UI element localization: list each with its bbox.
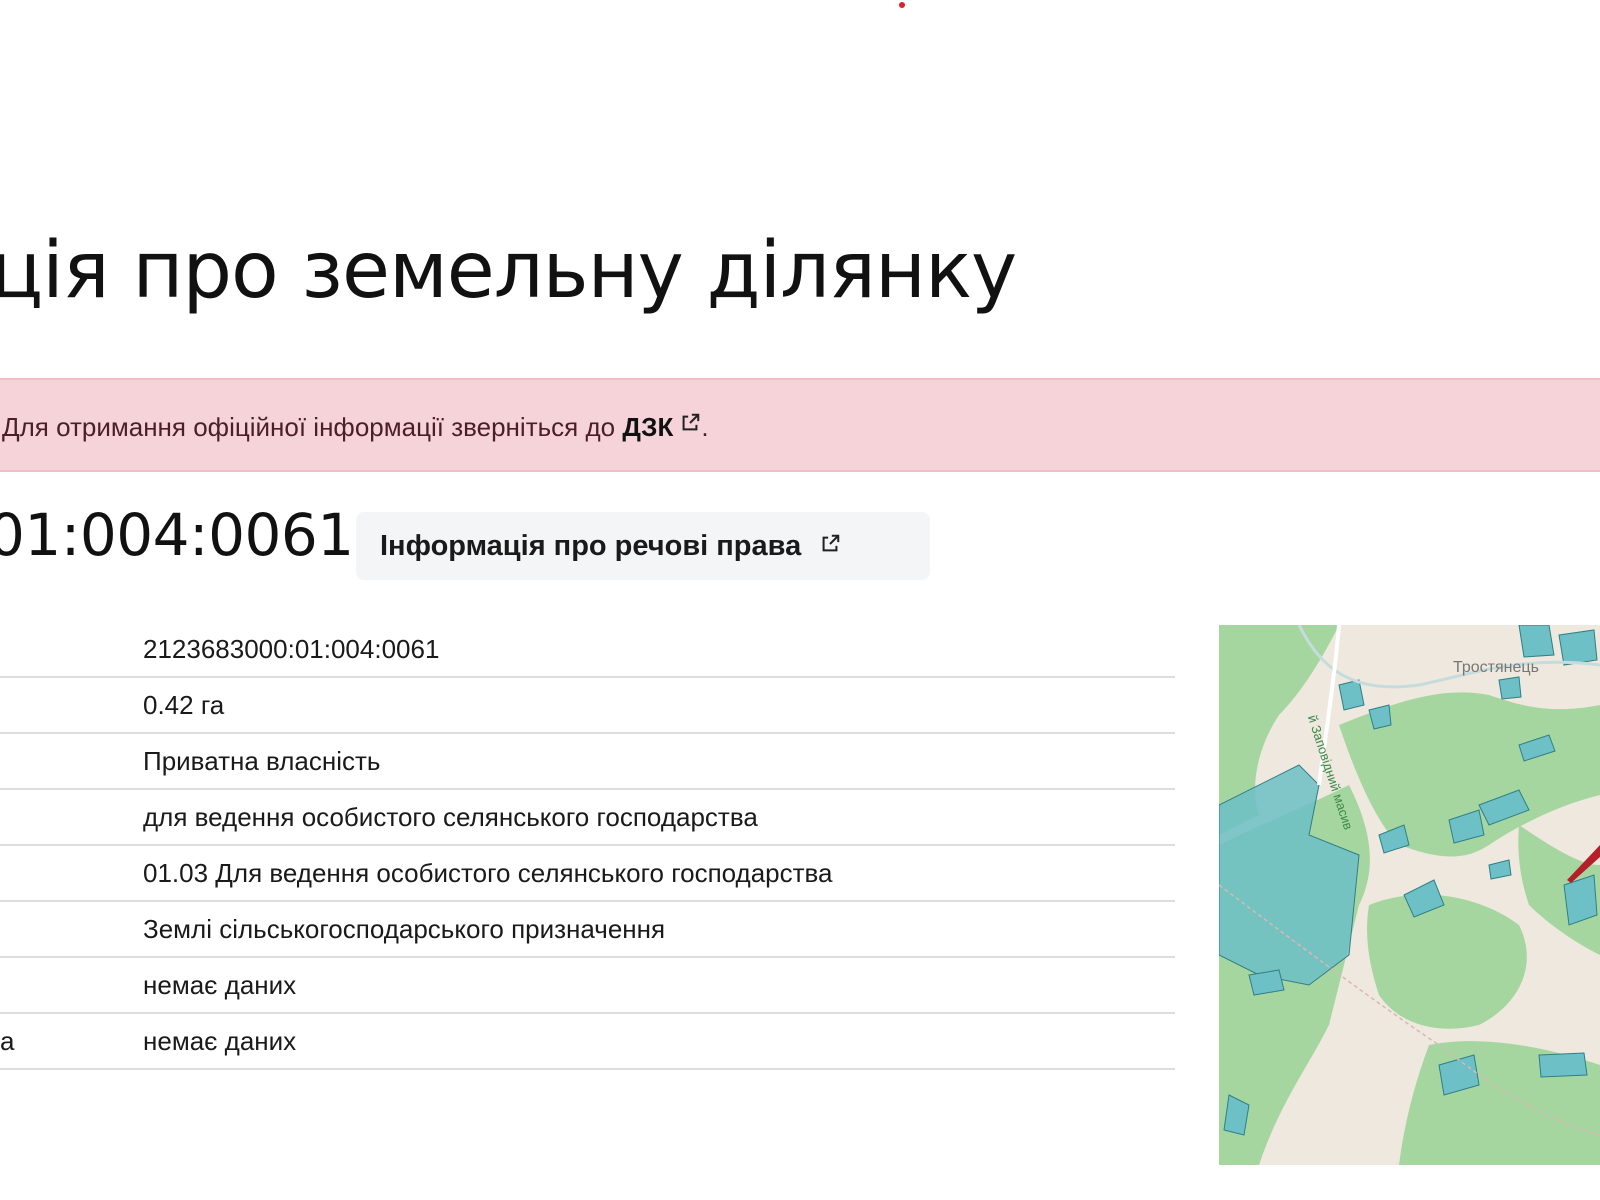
page-title: ція про земельну ділянку bbox=[0, 226, 1017, 316]
row-value: немає даних bbox=[143, 1013, 1175, 1070]
property-rights-button[interactable]: Інформація про речові права bbox=[356, 512, 930, 580]
external-link-icon bbox=[822, 534, 840, 551]
external-link-icon bbox=[682, 413, 700, 431]
table-row: 0.42 га bbox=[0, 677, 1175, 734]
red-dot-indicator bbox=[899, 2, 905, 8]
table-row: 2123683000:01:004:0061 bbox=[0, 622, 1175, 678]
row-value: немає даних bbox=[143, 957, 1175, 1014]
row-value: 2123683000:01:004:0061 bbox=[143, 622, 1175, 678]
row-label bbox=[0, 733, 143, 790]
official-info-notice: Для отримання офіційної інформації зверн… bbox=[0, 378, 1600, 472]
dzk-link[interactable]: ДЗК bbox=[622, 412, 701, 442]
row-label bbox=[0, 622, 143, 678]
page: ція про земельну ділянку Для отримання о… bbox=[0, 0, 1600, 1200]
parcel-details-table: 2123683000:01:004:0061 0.42 га Приватна … bbox=[0, 622, 1175, 1070]
table-row: для ведення особистого селянського госпо… bbox=[0, 789, 1175, 846]
table-row: Землі сільськогосподарського призначення bbox=[0, 901, 1175, 958]
table-row: Приватна власність bbox=[0, 733, 1175, 790]
row-label bbox=[0, 789, 143, 846]
row-label bbox=[0, 677, 143, 734]
notice-suffix: . bbox=[701, 412, 709, 442]
dzk-link-label: ДЗК bbox=[622, 412, 674, 442]
notice-text: Для отримання офіційної інформації зверн… bbox=[2, 412, 623, 442]
notice-text-line: Для отримання офіційної інформації зверн… bbox=[2, 412, 709, 443]
map-canvas[interactable] bbox=[1219, 625, 1600, 1165]
property-rights-label: Інформація про речові права bbox=[380, 529, 802, 562]
table-row: 01.03 Для ведення особистого селянського… bbox=[0, 845, 1175, 902]
row-label bbox=[0, 957, 143, 1014]
parcel-map[interactable]: Тростянець й Заповідний масив bbox=[1219, 625, 1600, 1165]
row-label: а bbox=[0, 1013, 143, 1070]
row-value: Приватна власність bbox=[143, 733, 1175, 790]
map-place-label: Тростянець bbox=[1453, 659, 1539, 676]
row-value: 0.42 га bbox=[143, 677, 1175, 734]
cadastral-number: 01:004:0061 bbox=[0, 501, 354, 569]
row-label bbox=[0, 845, 143, 902]
table-row: а немає даних bbox=[0, 1013, 1175, 1070]
row-value: Землі сільськогосподарського призначення bbox=[143, 901, 1175, 958]
row-value: 01.03 Для ведення особистого селянського… bbox=[143, 845, 1175, 902]
row-label bbox=[0, 901, 143, 958]
table-row: немає даних bbox=[0, 957, 1175, 1014]
row-value: для ведення особистого селянського госпо… bbox=[143, 789, 1175, 846]
